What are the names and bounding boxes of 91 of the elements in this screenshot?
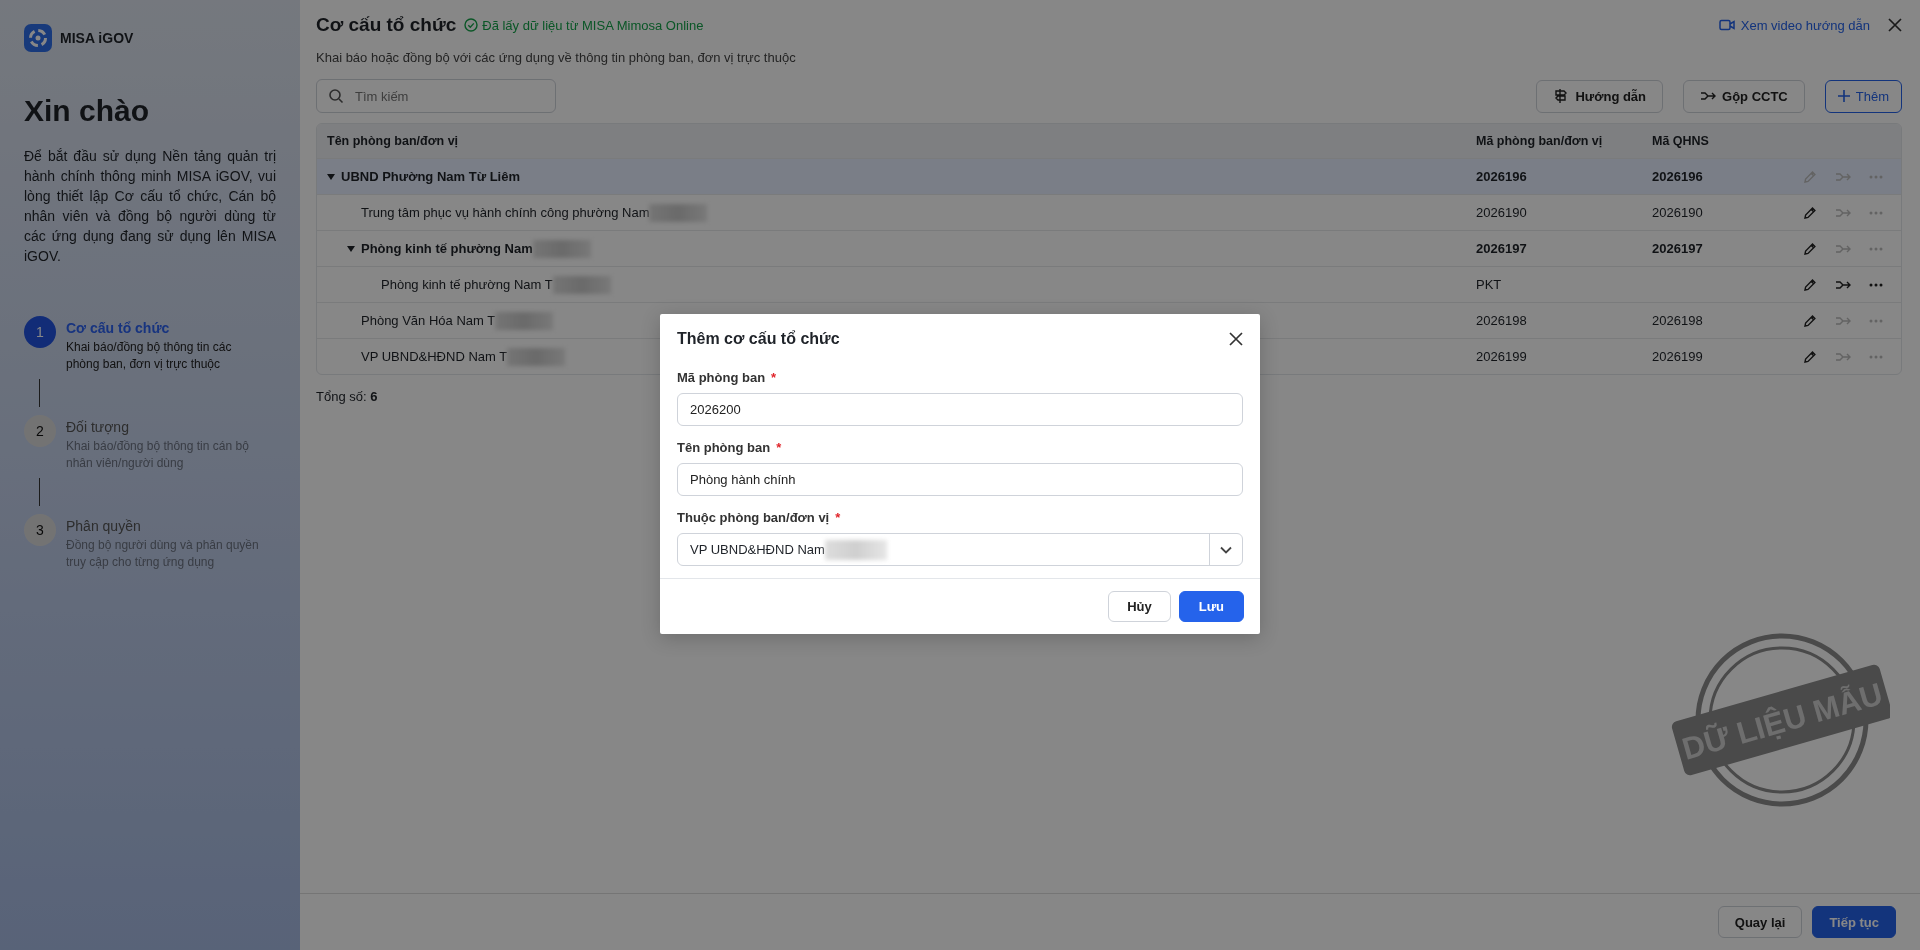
table-row[interactable]: Phòng kinh tế phường Nam T PKT xyxy=(317,266,1901,302)
qhns-code: 2026199 xyxy=(1651,349,1704,364)
department-code: 2026190 xyxy=(1475,205,1528,220)
department-code: 2026196 xyxy=(1475,169,1528,184)
required-mark: * xyxy=(771,370,777,385)
pencil-icon xyxy=(1803,241,1817,256)
field-label: Mã phòng ban xyxy=(677,370,766,385)
merge-icon xyxy=(1835,206,1851,219)
more-icon xyxy=(1869,282,1883,287)
step-number[interactable]: 3 xyxy=(24,514,56,546)
department-code: 2026198 xyxy=(1475,313,1528,328)
department-code: PKT xyxy=(1475,277,1503,292)
step-title[interactable]: Phân quyền xyxy=(66,518,266,534)
merge-icon xyxy=(1700,90,1717,102)
merge-icon xyxy=(1835,170,1851,183)
dialog-title: Thêm cơ cấu tổ chức xyxy=(677,330,840,348)
video-icon xyxy=(1718,19,1735,31)
pencil-button[interactable] xyxy=(1803,349,1817,364)
pencil-button[interactable] xyxy=(1803,241,1817,256)
brand-name: MISA iGOV xyxy=(60,30,134,46)
table-row[interactable]: Phòng kinh tế phường Nam 2026197 2026197 xyxy=(317,230,1901,266)
pencil-icon xyxy=(1803,169,1817,184)
search-icon xyxy=(328,88,344,104)
video-link[interactable]: Xem video hướng dẫn xyxy=(1718,17,1870,33)
department-name: UBND Phường Nam Từ Liêm xyxy=(341,169,521,184)
column-header: Mã phòng ban/đơn vị xyxy=(1475,134,1604,148)
page-title: Cơ cấu tổ chức xyxy=(316,14,457,36)
pencil-button[interactable] xyxy=(1803,277,1817,292)
step-title[interactable]: Đối tượng xyxy=(66,419,266,435)
department-code: 2026199 xyxy=(1475,349,1528,364)
department-code: 2026197 xyxy=(1475,241,1528,256)
qhns-code: 2026190 xyxy=(1651,205,1704,220)
total-count: Tổng số: 6 xyxy=(316,389,379,404)
input-field[interactable]: Phòng hành chính xyxy=(677,463,1243,496)
qhns-code: 2026197 xyxy=(1651,241,1704,256)
department-name: Phòng Văn Hóa Nam T xyxy=(361,313,496,328)
more-icon xyxy=(1869,210,1883,215)
merge-icon xyxy=(1835,314,1851,327)
qhns-code: 2026198 xyxy=(1651,313,1704,328)
close-icon xyxy=(1888,18,1902,32)
field-label: Thuộc phòng ban/đơn vị xyxy=(677,510,830,525)
save-button[interactable]: Lưu xyxy=(1178,591,1244,622)
step-number[interactable]: 1 xyxy=(24,316,56,348)
department-name: VP UBND&HĐND Nam T xyxy=(361,349,508,364)
pencil-icon xyxy=(1803,313,1817,328)
guide-button[interactable]: Hướng dẫn xyxy=(1536,79,1664,113)
more-icon xyxy=(1869,318,1883,323)
dropdown-value: VP UBND&HĐND Nam xyxy=(690,542,825,557)
close-icon xyxy=(1229,332,1243,346)
field-label: Tên phòng ban xyxy=(677,440,771,455)
page-subtitle: Khai báo hoặc đồng bộ với các ứng dụng về thông tin phòng ban, đơn vị trực thuộc xyxy=(316,50,797,65)
merge-button[interactable]: Gộp CCTC xyxy=(1683,79,1805,113)
department-name: Trung tâm phục vụ hành chính công phường Nam xyxy=(361,205,650,220)
more-button[interactable] xyxy=(1869,282,1883,287)
check-circle-icon xyxy=(464,18,479,32)
add-button[interactable]: Thêm xyxy=(1824,79,1902,113)
merge-icon xyxy=(1835,242,1851,255)
logo-icon xyxy=(24,24,52,52)
qhns-code: 2026196 xyxy=(1651,169,1704,184)
chevron-down-icon xyxy=(1220,545,1232,554)
required-mark: * xyxy=(776,440,782,455)
department-name: Phòng kinh tế phường Nam xyxy=(361,241,533,256)
pencil-icon xyxy=(1803,277,1817,292)
intro-text: Để bắt đầu sử dụng Nền tảng quản trị hành chính thông minh MISA iGOV, vui lòng thiết lập Cơ cấu tổ chức, Cán bộ nhân viên và đồng bộ người dùng từ các ứng dụng đang sử dụng lên MISA iGOV. xyxy=(24,147,276,266)
step-number[interactable]: 2 xyxy=(24,415,56,447)
column-header: Mã QHNS xyxy=(1651,134,1710,148)
column-header: Tên phòng ban/đơn vị xyxy=(326,134,460,148)
more-icon xyxy=(1869,354,1883,359)
more-icon xyxy=(1869,246,1883,251)
sync-status: Đã lấy dữ liệu từ MISA Mimosa Online xyxy=(482,17,704,33)
continue-button[interactable]: Tiếp tục xyxy=(1812,906,1896,938)
merge-button[interactable] xyxy=(1835,278,1851,291)
table-row[interactable]: Trung tâm phục vụ hành chính công phường Nam 2026190 2026190 xyxy=(317,194,1901,230)
pencil-icon xyxy=(1803,205,1817,220)
greeting-title: Xin chào xyxy=(24,94,151,128)
merge-icon xyxy=(1835,350,1851,363)
pencil-button[interactable] xyxy=(1803,313,1817,328)
input-field[interactable]: 2026200 xyxy=(677,393,1243,426)
close-button[interactable] xyxy=(1229,332,1243,346)
more-icon xyxy=(1869,174,1883,179)
merge-icon xyxy=(1835,278,1851,291)
pencil-button[interactable] xyxy=(1803,205,1817,220)
step-description: Khai báo/đồng bộ thông tin các phòng ban, đơn vị trực thuộc xyxy=(66,339,233,373)
back-button[interactable]: Quay lại xyxy=(1717,906,1803,938)
cancel-button[interactable]: Hủy xyxy=(1108,591,1171,622)
pencil-icon xyxy=(1803,349,1817,364)
department-dropdown[interactable]: VP UBND&HĐND Nam xyxy=(677,533,1243,566)
department-name: Phòng kinh tế phường Nam T xyxy=(381,277,553,292)
search-field[interactable]: Tìm kiếm xyxy=(316,79,556,113)
plus-icon xyxy=(1837,90,1850,102)
required-mark: * xyxy=(835,510,841,525)
